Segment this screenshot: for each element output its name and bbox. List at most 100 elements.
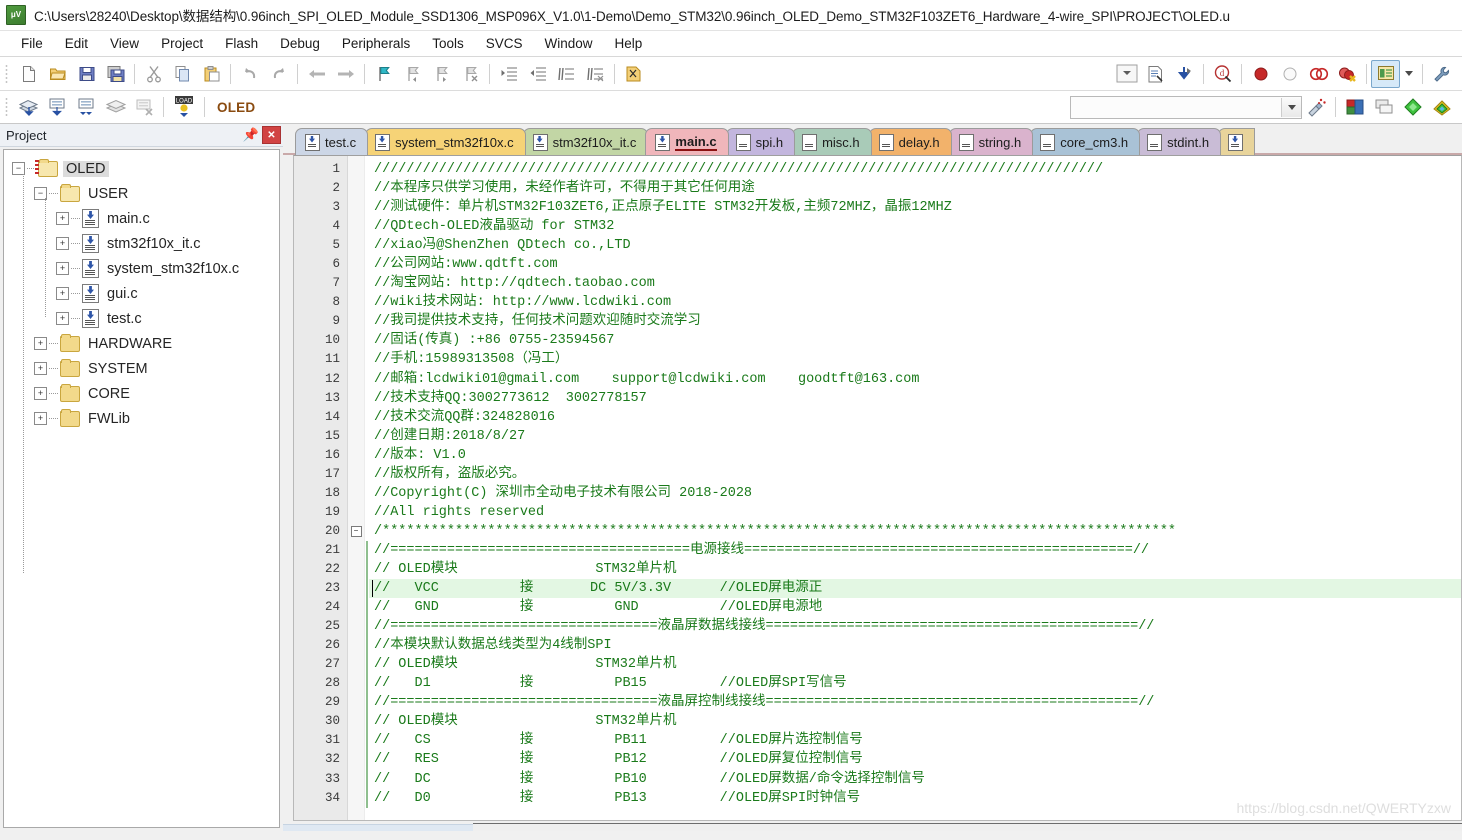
code-line[interactable]: //=================================液晶屏数据… <box>369 617 1461 636</box>
copy-icon[interactable] <box>168 60 197 88</box>
code-line[interactable]: //All rights reserved <box>369 503 1461 522</box>
target-options-icon[interactable] <box>1302 93 1331 121</box>
menu-tools[interactable]: Tools <box>421 33 475 54</box>
code-line[interactable]: //我司提供技术支持，任何技术问题欢迎随时交流学习 <box>369 312 1461 331</box>
code-line[interactable]: //版权所有，盗版必究。 <box>369 465 1461 484</box>
code-line[interactable]: // OLED模块 STM32单片机 <box>369 712 1461 731</box>
menu-window[interactable]: Window <box>533 33 603 54</box>
find-in-files-icon[interactable] <box>619 60 648 88</box>
build-report-icon[interactable] <box>1141 60 1170 88</box>
toolbar-grip[interactable] <box>4 96 11 118</box>
target-select-label[interactable]: OLED <box>217 100 255 115</box>
bottom-tab-hint[interactable] <box>283 824 473 831</box>
tree-item-hardware[interactable]: + HARDWARE <box>10 331 279 356</box>
new-file-icon[interactable] <box>14 60 43 88</box>
save-icon[interactable] <box>72 60 101 88</box>
editor-tab-stdint-h[interactable]: stdint.h <box>1137 128 1222 155</box>
code-line[interactable]: //wiki技术网站: http://www.lcdwiki.com <box>369 293 1461 312</box>
code-line[interactable]: //邮箱:lcdwiki01@gmail.com support@lcdwiki… <box>369 370 1461 389</box>
disable-all-breakpoints-icon[interactable] <box>1304 60 1333 88</box>
stop-build-icon[interactable] <box>130 93 159 121</box>
editor-tab-string-h[interactable]: string.h <box>948 128 1034 155</box>
code-line[interactable]: // OLED模块 STM32单片机 <box>369 655 1461 674</box>
editor-tab-core-cm3-h[interactable]: core_cm3.h <box>1030 128 1141 155</box>
code-line[interactable]: /***************************************… <box>369 522 1461 541</box>
code-line[interactable]: //本程序只供学习使用，未经作者许可，不得用于其它任何用途 <box>369 179 1461 198</box>
tree-expander[interactable]: + <box>56 237 69 250</box>
tree-expander[interactable]: + <box>34 337 47 350</box>
tree-expander[interactable]: + <box>56 262 69 275</box>
redo-icon[interactable] <box>264 60 293 88</box>
project-tree[interactable]: − OLED − USER + main.c + stm32f10x_it.c … <box>3 149 280 828</box>
start-debug-icon[interactable]: d <box>1208 60 1237 88</box>
pin-icon[interactable]: 📌 <box>242 126 260 144</box>
insert-breakpoint-icon[interactable] <box>1246 60 1275 88</box>
menu-svcs[interactable]: SVCS <box>475 33 534 54</box>
build-icon[interactable] <box>43 93 72 121</box>
code-line[interactable]: //Copyright(C) 深圳市全动电子技术有限公司 2018-2028 <box>369 484 1461 503</box>
window-layout-icon[interactable] <box>1371 59 1400 88</box>
undo-icon[interactable] <box>235 60 264 88</box>
code-line[interactable]: //技术支持QQ:3002773612 3002778157 <box>369 389 1461 408</box>
code-line[interactable]: //创建日期:2018/8/27 <box>369 427 1461 446</box>
chevron-down-icon[interactable] <box>1281 97 1301 117</box>
tree-expander[interactable]: + <box>34 387 47 400</box>
uncomment-icon[interactable] <box>581 60 610 88</box>
code-line[interactable]: // DC 接 PB10 //OLED屏数据/命令选择控制信号 <box>369 770 1461 789</box>
menu-flash[interactable]: Flash <box>214 33 269 54</box>
toolbar-grip[interactable] <box>4 62 11 85</box>
code-line[interactable]: // GND 接 GND //OLED屏电源地 <box>369 598 1461 617</box>
bookmark-prev-icon[interactable] <box>398 60 427 88</box>
editor-tab-system-stm32f10x-c[interactable]: system_stm32f10x.c <box>365 128 526 155</box>
menu-help[interactable]: Help <box>604 33 654 54</box>
tree-expander[interactable]: + <box>34 412 47 425</box>
code-line[interactable]: //手机:15989313508（冯工） <box>369 350 1461 369</box>
target-select-combo[interactable] <box>1070 95 1302 119</box>
fold-collapse-icon[interactable]: − <box>350 525 362 537</box>
bookmark-clear-icon[interactable] <box>456 60 485 88</box>
manage-multi-project-icon[interactable] <box>1369 93 1398 121</box>
code-line[interactable]: //版本: V1.0 <box>369 446 1461 465</box>
code-line[interactable]: // VCC 接 DC 5V/3.3V //OLED屏电源正 <box>369 579 1461 599</box>
code-line[interactable]: //=================================液晶屏控制… <box>369 693 1461 712</box>
cut-icon[interactable] <box>139 60 168 88</box>
editor-tab-main-c[interactable]: main.c <box>645 128 729 155</box>
code-line[interactable]: //固话(传真) :+86 0755-23594567 <box>369 331 1461 350</box>
editor-tab-delay-h[interactable]: delay.h <box>868 128 952 155</box>
manage-project-items-icon[interactable] <box>1340 93 1369 121</box>
open-file-icon[interactable] <box>43 60 72 88</box>
navigate-back-icon[interactable] <box>302 60 331 88</box>
menu-view[interactable]: View <box>99 33 150 54</box>
code-line[interactable]: ////////////////////////////////////////… <box>369 160 1461 179</box>
tree-item-main-c[interactable]: + main.c <box>10 206 279 231</box>
navigate-forward-icon[interactable] <box>331 60 360 88</box>
tree-expander[interactable]: + <box>56 212 69 225</box>
code-line[interactable]: // D0 接 PB13 //OLED屏SPI时钟信号 <box>369 789 1461 808</box>
bookmark-toggle-icon[interactable] <box>369 60 398 88</box>
disable-breakpoint-icon[interactable] <box>1275 60 1304 88</box>
translate-icon[interactable] <box>14 93 43 121</box>
configure-icon[interactable] <box>1427 60 1456 88</box>
rebuild-icon[interactable] <box>72 93 101 121</box>
editor-tab-stm32f10x-it-c[interactable]: stm32f10x_it.c <box>522 128 649 155</box>
indent-icon[interactable] <box>494 60 523 88</box>
code-view[interactable]: 1 2 3 4 5 6 7 8 9 10 11 12 13 14 15 16 17 18 19 20 21 22 23 24 2… <box>294 156 1461 820</box>
editor-tab-spi-h[interactable]: spi.h <box>725 128 796 155</box>
editor-tab-misc-h[interactable]: misc.h <box>792 128 872 155</box>
tree-expander[interactable]: + <box>34 362 47 375</box>
code-editor[interactable]: 1 2 3 4 5 6 7 8 9 10 11 12 13 14 15 16 17 18 19 20 21 22 23 24 2… <box>293 155 1462 821</box>
code-line[interactable]: // OLED模块 STM32单片机 <box>369 560 1461 579</box>
tree-item-test-c[interactable]: + test.c <box>10 306 279 331</box>
tree-expander[interactable]: + <box>56 287 69 300</box>
code-line[interactable]: // CS 接 PB11 //OLED屏片选控制信号 <box>369 731 1461 750</box>
download-load-icon[interactable]: LOAD <box>168 93 200 121</box>
manage-runtime-env-icon[interactable] <box>1427 93 1456 121</box>
fold-margin[interactable]: − <box>348 156 365 820</box>
code-line[interactable]: // RES 接 PB12 //OLED屏复位控制信号 <box>369 750 1461 769</box>
menu-project[interactable]: Project <box>150 33 214 54</box>
pack-installer-icon[interactable] <box>1398 93 1427 121</box>
window-layout-dropdown-icon[interactable] <box>1400 60 1418 88</box>
tree-item-oled[interactable]: − OLED <box>10 156 279 181</box>
comment-icon[interactable] <box>552 60 581 88</box>
code-line[interactable]: //=====================================电… <box>369 541 1461 560</box>
